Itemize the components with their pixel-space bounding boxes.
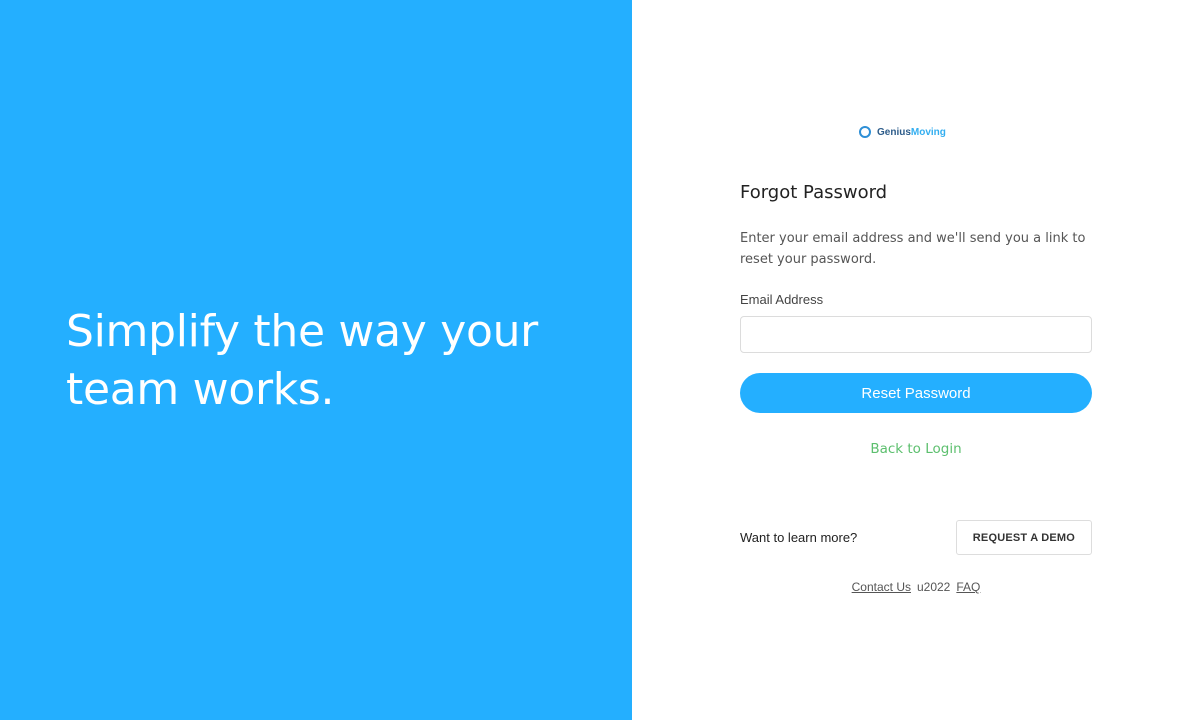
- learn-more-row: Want to learn more? REQUEST A DEMO: [740, 520, 1092, 555]
- form-panel: GeniusMoving Forgot Password Enter your …: [632, 0, 1200, 720]
- logo: GeniusMoving: [859, 126, 946, 138]
- ring-icon: [859, 126, 871, 138]
- logo-wordmark: GeniusMoving: [877, 127, 946, 138]
- request-demo-button[interactable]: REQUEST A DEMO: [955, 520, 1092, 555]
- logo-word-genius: Genius: [877, 126, 911, 138]
- email-label: Email Address: [740, 292, 824, 307]
- copyright-text: u2022: [916, 580, 951, 594]
- back-to-login-link[interactable]: Back to Login: [740, 441, 1092, 457]
- contact-us-link[interactable]: Contact Us: [852, 580, 911, 594]
- learn-more-text: Want to learn more?: [740, 530, 858, 545]
- footer: Contact Us u2022 FAQ: [740, 580, 1092, 594]
- faq-link[interactable]: FAQ: [956, 580, 980, 594]
- reset-password-button[interactable]: Reset Password: [740, 373, 1092, 413]
- logo-word-moving: Moving: [910, 126, 946, 138]
- form-title: Forgot Password: [740, 182, 888, 203]
- forgot-password-form: Forgot Password Enter your email address…: [740, 180, 1092, 457]
- hero-panel: Simplify the way your team works.: [0, 0, 632, 720]
- hero-headline: Simplify the way your team works.: [66, 306, 538, 415]
- email-field[interactable]: [740, 316, 1092, 353]
- form-description: Enter your email address and we'll send …: [740, 231, 1086, 267]
- forgot-password-page: Simplify the way your team works. Genius…: [0, 0, 1200, 720]
